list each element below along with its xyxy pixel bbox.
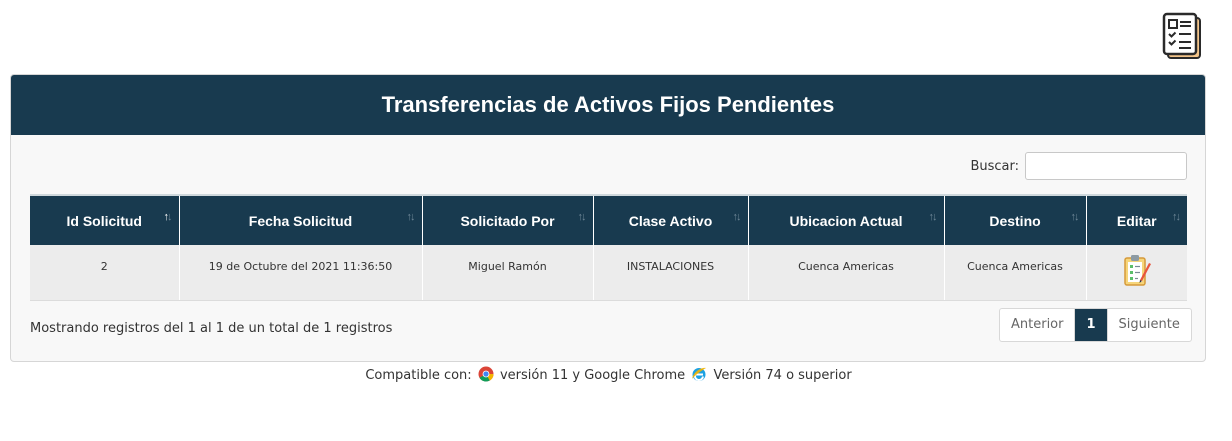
search-row: Buscar: <box>11 152 1205 182</box>
sort-icon[interactable]: ↑↓ <box>733 211 742 223</box>
sort-icon[interactable]: ↑↓ <box>929 211 938 223</box>
cell-solicitado-por: Miguel Ramón <box>422 245 594 301</box>
search-input[interactable] <box>1025 152 1187 180</box>
col-header-destino[interactable]: Destino ↑↓ <box>944 194 1087 245</box>
footer-chrome-text: versión 11 y Google Chrome <box>499 368 686 383</box>
pagination: Anterior 1 Siguiente <box>999 308 1192 342</box>
col-header-ubicacion[interactable]: Ubicacion Actual ↑↓ <box>748 194 945 245</box>
transfers-table: Id Solicitud ↑↓ Fecha Solicitud ↑↓ Solic… <box>30 194 1187 301</box>
table-info: Mostrando registros del 1 al 1 de un tot… <box>30 321 393 336</box>
cell-clase: INSTALACIONES <box>593 245 749 301</box>
panel-header: Transferencias de Activos Fijos Pendient… <box>11 75 1205 135</box>
cell-editar <box>1086 245 1187 301</box>
sort-icon[interactable]: ↑↓ <box>578 211 587 223</box>
pagination-next-button[interactable]: Siguiente <box>1106 309 1191 341</box>
compatibility-footer: Compatible con: versión 11 y Google Chro… <box>0 366 1217 383</box>
search-label: Buscar: <box>970 159 1019 174</box>
cell-ubicacion: Cuenca Americas <box>748 245 945 301</box>
sort-asc-icon[interactable]: ↑↓ <box>164 211 173 223</box>
footer-ie-text: Versión 74 o superior <box>713 368 852 383</box>
chrome-icon <box>478 366 494 382</box>
col-header-id[interactable]: Id Solicitud ↑↓ <box>30 194 180 245</box>
table-row: 2 19 de Octubre del 2021 11:36:50 Miguel… <box>30 245 1187 301</box>
sort-icon[interactable]: ↑↓ <box>1172 211 1181 223</box>
page-title: Transferencias de Activos Fijos Pendient… <box>381 92 835 117</box>
cell-destino: Cuenca Americas <box>944 245 1087 301</box>
footer-prefix: Compatible con: <box>365 368 472 383</box>
cell-fecha: 19 de Octubre del 2021 11:36:50 <box>179 245 423 301</box>
col-header-solicitado[interactable]: Solicitado Por ↑↓ <box>422 194 594 245</box>
sort-icon[interactable]: ↑↓ <box>407 211 416 223</box>
col-header-editar[interactable]: Editar ↑↓ <box>1086 194 1187 245</box>
sort-icon[interactable]: ↑↓ <box>1071 211 1080 223</box>
clipboard-edit-icon[interactable] <box>1122 254 1152 288</box>
internet-explorer-icon <box>691 366 707 382</box>
pagination-prev-button[interactable]: Anterior <box>1000 309 1074 341</box>
transfers-panel: Transferencias de Activos Fijos Pendient… <box>10 74 1206 362</box>
table-header-row: Id Solicitud ↑↓ Fecha Solicitud ↑↓ Solic… <box>30 194 1187 245</box>
report-list-icon[interactable] <box>1162 12 1204 60</box>
col-header-fecha[interactable]: Fecha Solicitud ↑↓ <box>179 194 423 245</box>
pagination-page-button[interactable]: 1 <box>1074 309 1107 341</box>
col-header-clase[interactable]: Clase Activo ↑↓ <box>593 194 749 245</box>
cell-id: 2 <box>30 245 180 301</box>
